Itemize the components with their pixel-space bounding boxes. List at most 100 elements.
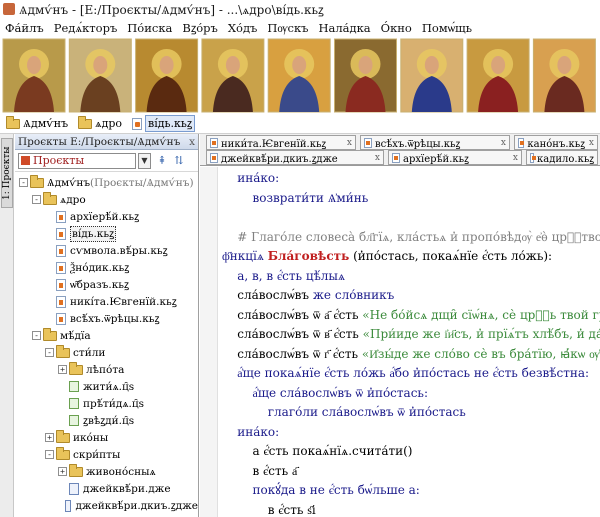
tree-folder[interactable]: + ико́ны [15,429,198,446]
app-icon [3,3,15,15]
code-token: а, в, в є҆́сть цѣ́лыѧ [222,268,346,283]
menu-go[interactable]: Хо́дъ [223,21,263,35]
code-line: сла́вослѡ́въ ѿ г҃ є҆́сть «И҆зы́де же сло… [222,345,600,365]
holy-trinity-icon [2,38,66,113]
close-icon[interactable]: x [343,138,352,148]
collapse-icon[interactable]: - [19,178,28,187]
tree-label: сѵмвола.вѣ́ры.кьꙁ [70,244,168,257]
menu-run[interactable]: Пѹскъ [262,21,313,35]
code-token: а҆́ще сла́вослѡ́въ ѿ и̓по́стась: [222,385,428,400]
expand-icon[interactable]: + [58,365,67,374]
tree-file[interactable]: ꙁвѣꙁди́.ц̑ѕ [15,412,198,429]
christ-teacher-icon [334,38,397,113]
close-icon[interactable]: x [497,138,506,148]
collapse-icon[interactable]: - [32,195,41,204]
menu-edit[interactable]: Редѧ́кторъ [49,21,123,35]
code-token: «И҆зы́де же сло́во сѐ въ бра́тїю, ꙗ҆́кѡ … [361,346,600,361]
menu-debug[interactable]: Нала́дка [313,21,375,35]
tab-arkhierei[interactable]: архїерѣ́й.кьꙁ x [388,150,522,165]
breadcrumb-folder[interactable]: ѧдро [78,115,122,130]
project-panel: Проєкты Е:/Проєкты/Ѧдмѵ́нъ x Проєкты ▼ ⇞… [15,134,199,517]
folder-icon [43,327,57,341]
code-token: (и̓по́стась, покаѧ́нїе є҆́сть ло́жь): [349,249,553,263]
code-line: покꙋ́да в не є҆́сть бѡ́льше а: [222,481,600,501]
autoscroll-icon[interactable]: ⇅ [173,154,185,167]
tree-file[interactable]: джейквѣ́ри.дже [15,480,198,497]
code-token: ина́ко: [222,424,280,439]
tree-label: Ѧдмѵ́нъ [47,176,91,189]
code-line: # Глаго́ле словеса̀ бл҃гїѧ, кла́стьѧ и̓ … [222,228,600,248]
tab-vsekh[interactable]: всѣ́хъ.ѿрѣцы.кьꙁ x [360,135,510,150]
folder-icon [56,446,70,460]
tree-file[interactable]: всѣ́хъ.ѿрѣцы.кьꙁ [15,310,198,327]
close-icon[interactable]: x [371,153,380,163]
menu-file[interactable]: Фа́йлъ [0,21,49,35]
collapse-icon[interactable]: - [32,331,41,340]
tree-label: ико́ны [73,431,109,444]
editor-tab-bar: ники́та.Ѥвгенїй.кьꙁ x всѣ́хъ.ѿрѣцы.кьꙁ x… [200,134,600,166]
collapse-icon[interactable]: - [45,450,54,459]
tree-folder[interactable]: - скри́пты [15,446,198,463]
folder-icon [6,115,20,129]
close-icon[interactable]: x [189,136,195,148]
chevron-down-icon[interactable]: ▼ [138,152,151,169]
title-bar: Ѧдмѵ́нъ - [Е:/Проєкты/Ѧдмѵ́нъ] - ...\ѧдр… [0,0,600,18]
menu-help[interactable]: Помѡ́щь [417,21,477,35]
code-area[interactable]: ина́ко: возврати́ти Ѧ̓ми́нь # Глаго́ле с… [222,169,600,517]
folder-icon [56,344,70,358]
code-token: «Не бо́йсѧ дщи̑ сїѡ́нѧ, сѐ црⷭ҇ь твой гр… [362,307,600,322]
code-editor[interactable]: ина́ко: возврати́ти Ѧ̓ми́нь # Глаго́ле с… [200,167,600,517]
tree-folder[interactable]: + лѣпо́та [15,361,198,378]
editor-gutter [200,167,218,517]
tree-folder[interactable]: - Ѧдмѵ́нъ (Проєкты/Ѧдмѵ́нъ) [15,174,198,191]
tree-file[interactable]: архїерѣ́й.кьꙁ [15,208,198,225]
code-token: же сло́вникъ [312,288,395,302]
tab-kadilo[interactable]: кадило.кьꙁ [526,150,598,165]
expand-icon[interactable]: + [58,467,67,476]
code-token: глаго́ли сла́вослѡ́въ ѿ и̓по́стась [222,405,466,419]
code-line: в є҆́сть а҃ [222,462,600,482]
project-panel-toolbar: Проєкты ▼ ⇞ ⇅ [15,150,198,172]
collapse-icon[interactable]: - [45,348,54,357]
expand-icon[interactable]: + [45,433,54,442]
menu-window[interactable]: О́кно [376,21,417,35]
tree-file[interactable]: ѡ̑бразъ.кьꙁ [15,276,198,293]
tree-folder[interactable]: + живоно́сныѧ [15,463,198,480]
collapse-all-icon[interactable]: ⇞ [156,154,168,167]
tree-file[interactable]: джейквѣ́ри.дкиъ.ꙁдже [15,497,198,514]
tree-file[interactable]: сѵмвола.вѣ́ры.кьꙁ [15,242,198,259]
tab-nikita[interactable]: ники́та.Ѥвгенїй.кьꙁ x [206,135,356,150]
menu-view[interactable]: Вꙁо́ръ [177,21,222,36]
tree-file[interactable]: ві́дь.кьꙁ [15,225,198,242]
breadcrumb-file[interactable]: ві́дь.кьꙁ [132,115,196,132]
projects-side-tab[interactable]: 1: Проєкты [1,138,13,208]
menu-search[interactable]: По́иска [122,21,177,35]
file-icon [530,152,536,163]
code-token: ф҃нкцїѧ [222,249,268,263]
tree-file[interactable]: Ѯно́дик.кьꙁ [15,259,198,276]
tree-folder[interactable]: - ѧдро [15,191,198,208]
tree-label: Ѯно́дик.кьꙁ [70,261,130,274]
close-icon[interactable]: x [509,153,518,163]
close-icon[interactable]: x [585,138,594,148]
theotokos-icon [201,38,265,113]
project-view-select[interactable]: Проєкты [18,152,136,169]
tree-folder[interactable]: - мѣ́дїа [15,327,198,344]
side-tool-strip: 1: Проєкты [0,134,14,517]
project-tree: - Ѧдмѵ́нъ (Проєкты/Ѧдмѵ́нъ) - ѧдро архїерѣ́й… [15,172,198,514]
file-icon [56,244,66,257]
code-token: # Глаго́ле словеса̀ бл҃гїѧ, кла́стьѧ и̓ … [222,229,600,244]
code-line: а, в, в є҆́сть цѣ́лыѧ [222,267,600,287]
file-icon [56,261,66,274]
tree-file[interactable]: жити́ѧ.ц̑ѕ [15,378,198,395]
tree-file[interactable]: никі́та.Ѥвгенїй.кьꙁ [15,293,198,310]
breadcrumb-project[interactable]: Ѧдмѵ́нъ [6,115,68,130]
tree-file[interactable]: прѣ́ти́дѧ.ц̑ѕ [15,395,198,412]
window-title: Ѧдмѵ́нъ - [Е:/Проєкты/Ѧдмѵ́нъ] - ...\ѧдр… [19,2,324,17]
tree-label: ѡ̑бразъ.кьꙁ [70,278,129,291]
tab-jquery[interactable]: джейквѣ́ри.дкиъ.ꙁдже x [206,150,384,165]
code-token: возврати́ти Ѧ̓ми́нь [222,190,369,205]
code-line: в є҆́сть ѕ҃і [222,501,600,517]
tab-kanon[interactable]: кано́нъ.кьꙁ x [514,135,598,150]
tree-folder[interactable]: - сти́ли [15,344,198,361]
